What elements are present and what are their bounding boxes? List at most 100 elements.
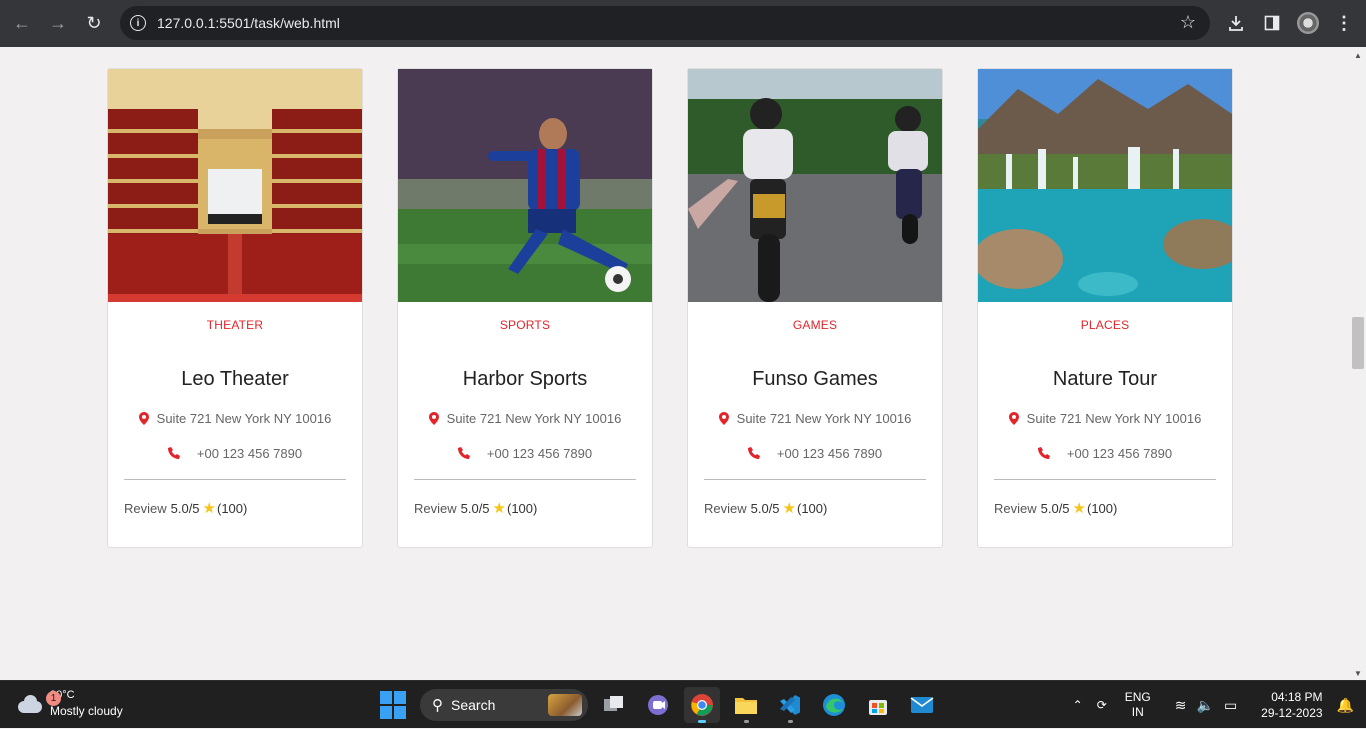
scroll-down-arrow-icon[interactable]: ▼: [1354, 669, 1362, 678]
card-category: GAMES: [792, 318, 838, 332]
review-score: 5.0/5: [750, 500, 780, 516]
clock[interactable]: 04:18 PM 29-12-2023: [1261, 689, 1322, 721]
taskbar-search[interactable]: ⚲ Search: [420, 689, 588, 721]
address-text: Suite 721 New York NY 10016: [446, 411, 622, 426]
reload-icon[interactable]: ↻: [80, 9, 108, 37]
site-info-icon[interactable]: i: [130, 15, 146, 31]
profile-avatar[interactable]: [1295, 10, 1321, 36]
card-category: SPORTS: [499, 318, 551, 332]
card-title: Harbor Sports: [462, 368, 588, 390]
phone-text: +00 123 456 7890: [196, 446, 303, 461]
more-menu-icon[interactable]: ⋮: [1331, 10, 1357, 36]
star-icon: ★: [1072, 500, 1086, 517]
star-icon: ★: [202, 500, 216, 517]
edge-icon[interactable]: [816, 687, 852, 723]
task-view-icon[interactable]: [596, 687, 632, 723]
address-bar[interactable]: i 127.0.0.1:5501/task/web.html ☆: [120, 6, 1210, 40]
system-tray: ⌃ ⟳ ENG IN ≋ 🔈 ▭ 04:18 PM 29-12-2023 🔔: [1073, 681, 1366, 729]
vscode-icon[interactable]: [772, 687, 808, 723]
phone-text: +00 123 456 7890: [1066, 446, 1173, 461]
chrome-icon[interactable]: [684, 687, 720, 723]
card-divider: [994, 479, 1216, 480]
card-grid: THEATER Leo Theater Suite 721 New York N…: [107, 68, 1233, 548]
quick-settings[interactable]: ≋ 🔈 ▭: [1175, 697, 1237, 714]
review-label: Review: [994, 500, 1037, 516]
download-icon[interactable]: [1223, 10, 1249, 36]
venue-card[interactable]: GAMES Funso Games Suite 721 New York NY …: [687, 68, 943, 548]
page-scrollbar[interactable]: ▲ ▼: [1350, 47, 1366, 680]
search-label: Search: [451, 697, 496, 713]
taskbar-apps: ⚲ Search: [380, 685, 940, 725]
back-icon[interactable]: ←: [8, 9, 36, 37]
card-divider: [414, 479, 636, 480]
card-review: Review 5.0/5 ★ (100): [704, 499, 827, 517]
browser-toolbar: ← → ↻ i 127.0.0.1:5501/task/web.html ☆ ⋮: [0, 0, 1366, 47]
card-title: Funso Games: [752, 368, 878, 390]
card-title: Leo Theater: [181, 368, 289, 390]
review-label: Review: [704, 500, 747, 516]
location-pin-icon: [428, 412, 439, 425]
page-content: THEATER Leo Theater Suite 721 New York N…: [0, 47, 1350, 680]
scroll-up-arrow-icon[interactable]: ▲: [1354, 51, 1362, 60]
card-category: THEATER: [206, 318, 264, 332]
search-highlight-icon: [548, 694, 582, 716]
side-panel-icon[interactable]: [1259, 10, 1285, 36]
weather-condition-text: Mostly cloudy: [50, 704, 123, 718]
card-divider: [704, 479, 926, 480]
card-title: Nature Tour: [1052, 368, 1158, 390]
weather-badge: 1: [46, 691, 61, 706]
forward-icon[interactable]: →: [44, 9, 72, 37]
cloud-icon: [16, 693, 44, 713]
mail-icon[interactable]: [904, 687, 940, 723]
card-address: Suite 721 New York NY 10016: [978, 411, 1232, 426]
star-icon: ★: [492, 500, 506, 517]
store-icon[interactable]: [860, 687, 896, 723]
weather-widget[interactable]: 1 30°C Mostly cloudy: [16, 687, 123, 719]
review-label: Review: [124, 500, 167, 516]
time-text: 04:18 PM: [1271, 690, 1323, 704]
card-review: Review 5.0/5 ★ (100): [124, 499, 247, 517]
review-score: 5.0/5: [1040, 500, 1070, 516]
show-hidden-icons-chevron-icon[interactable]: ⌃: [1073, 698, 1083, 712]
card-category: PLACES: [1080, 318, 1130, 332]
language-indicator[interactable]: ENG IN: [1125, 690, 1151, 720]
battery-icon: ▭: [1223, 696, 1238, 713]
review-score: 5.0/5: [170, 500, 200, 516]
venue-card[interactable]: PLACES Nature Tour Suite 721 New York NY…: [977, 68, 1233, 548]
search-icon: ⚲: [432, 697, 443, 714]
temperature-text: 30°C: [50, 689, 75, 701]
sync-icon[interactable]: ⟳: [1097, 698, 1107, 712]
language-text: ENG: [1124, 690, 1151, 704]
address-text: Suite 721 New York NY 10016: [1026, 411, 1202, 426]
star-icon: ★: [782, 500, 796, 517]
card-phone: +00 123 456 7890: [398, 446, 652, 461]
phone-text: +00 123 456 7890: [776, 446, 883, 461]
bookmark-star-icon[interactable]: ☆: [1180, 12, 1196, 33]
card-review: Review 5.0/5 ★ (100): [414, 499, 537, 517]
phone-icon: [167, 447, 180, 459]
url-text[interactable]: 127.0.0.1:5501/task/web.html: [157, 15, 340, 31]
card-address: Suite 721 New York NY 10016: [398, 411, 652, 426]
wifi-icon: ≋: [1174, 696, 1187, 713]
phone-icon: [747, 447, 760, 459]
phone-icon: [457, 447, 470, 459]
notification-bell-icon[interactable]: 🔔: [1337, 697, 1354, 714]
date-text: 29-12-2023: [1261, 706, 1323, 720]
file-explorer-icon[interactable]: [728, 687, 764, 723]
windows-start-icon[interactable]: [380, 691, 408, 719]
review-count: (100): [507, 500, 538, 516]
games-image: [688, 69, 942, 302]
address-text: Suite 721 New York NY 10016: [156, 411, 332, 426]
review-count: (100): [797, 500, 828, 516]
card-phone: +00 123 456 7890: [688, 446, 942, 461]
taskbar: 1 30°C Mostly cloudy ⚲ Search ⌃ ⟳ ENG IN…: [0, 680, 1366, 728]
teams-chat-icon[interactable]: [640, 687, 676, 723]
volume-icon: 🔈: [1196, 696, 1214, 713]
venue-card[interactable]: SPORTS Harbor Sports Suite 721 New York …: [397, 68, 653, 548]
card-address: Suite 721 New York NY 10016: [688, 411, 942, 426]
venue-card[interactable]: THEATER Leo Theater Suite 721 New York N…: [107, 68, 363, 548]
card-address: Suite 721 New York NY 10016: [108, 411, 362, 426]
location-pin-icon: [138, 412, 149, 425]
card-phone: +00 123 456 7890: [978, 446, 1232, 461]
scroll-thumb[interactable]: [1352, 317, 1364, 369]
